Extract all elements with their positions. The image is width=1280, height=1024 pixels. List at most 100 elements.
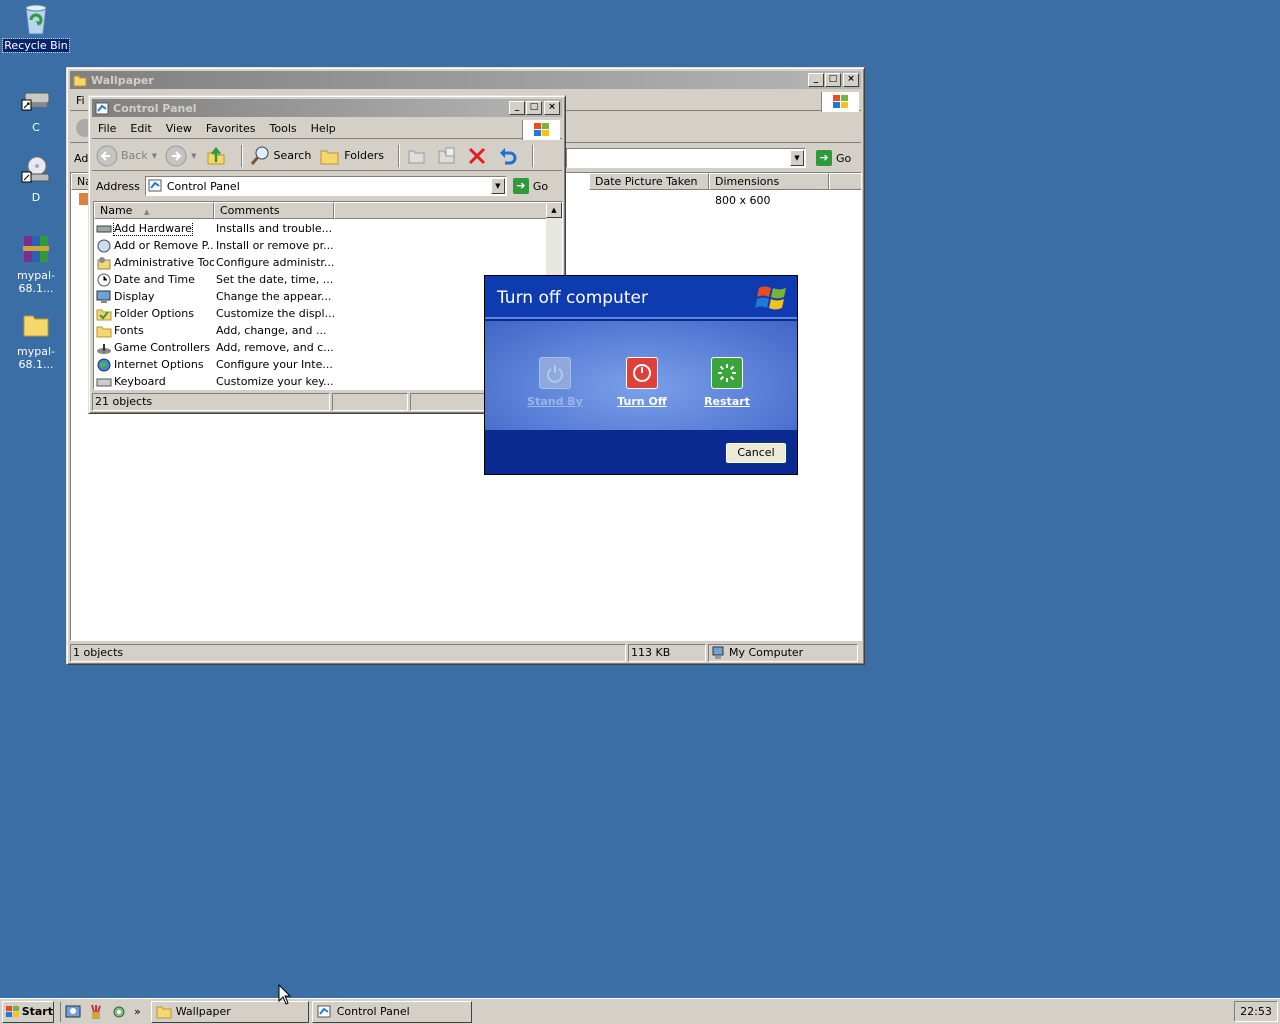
folders-button[interactable]: Folders: [319, 145, 384, 167]
column-header-date-taken[interactable]: Date Picture Taken: [589, 173, 709, 190]
control-panel-addressbar: Address Control Panel ▼ ➔ Go: [92, 174, 562, 198]
move-to-button[interactable]: [406, 145, 428, 167]
forward-button[interactable]: ▼: [165, 145, 197, 167]
list-item[interactable]: Fonts Add, change, and ...: [96, 322, 326, 339]
minimize-button[interactable]: _: [509, 101, 525, 115]
address-dropdown-button[interactable]: ▼: [490, 178, 505, 194]
menu-edit[interactable]: Edit: [130, 122, 151, 135]
forward-dropdown-icon[interactable]: ▼: [191, 152, 196, 160]
menu-file[interactable]: File: [98, 122, 116, 135]
restart-label: Restart: [704, 395, 750, 408]
display-icon: [96, 290, 112, 304]
toolbar-separator: [240, 144, 243, 167]
cancel-button[interactable]: Cancel: [725, 442, 787, 464]
system-clock[interactable]: 22:53: [1234, 1001, 1278, 1022]
list-item[interactable]: Game Controllers Add, remove, and c...: [96, 339, 334, 356]
forward-arrow-icon: [165, 145, 187, 166]
my-computer-icon: [712, 646, 724, 659]
recycle-bin-icon: [19, 2, 53, 36]
quick-launch-chevron[interactable]: »: [134, 1005, 141, 1018]
restart-button[interactable]: Restart: [687, 357, 767, 408]
go-label: Go: [836, 151, 852, 165]
turn-off-button[interactable]: Turn Off: [602, 357, 682, 408]
desktop-icon-mypal-archive[interactable]: mypal-68.1...: [0, 232, 72, 295]
turn-off-dialog[interactable]: Turn off computer Stand By Turn Off Rest…: [484, 275, 798, 475]
go-button[interactable]: ➔ Go: [816, 150, 851, 166]
undo-button[interactable]: [496, 145, 518, 167]
status-objects: 21 objects: [92, 393, 330, 411]
search-button[interactable]: Search: [249, 145, 311, 167]
pencil-cup-icon[interactable]: [88, 1004, 104, 1020]
desktop-icon-recycle-bin[interactable]: Recycle Bin: [0, 2, 72, 53]
keyboard-icon: [96, 375, 112, 389]
address-dropdown-button[interactable]: ▼: [790, 150, 804, 166]
list-item[interactable]: Internet Options Configure your Inte...: [96, 356, 333, 373]
list-item[interactable]: Add Hardware Installs and trouble...: [96, 220, 332, 237]
up-folder-button[interactable]: [205, 145, 227, 167]
menu-view[interactable]: View: [166, 122, 192, 135]
windows-logo-icon: [6, 1005, 19, 1017]
window-title: Wallpaper: [91, 73, 154, 87]
folder-options-icon: [96, 307, 112, 321]
go-label: Go: [532, 179, 549, 193]
show-desktop-icon[interactable]: [65, 1004, 81, 1020]
item-comment: Install or remove pr...: [216, 239, 334, 252]
window-title: Control Panel: [113, 101, 197, 115]
minimize-button[interactable]: _: [808, 73, 824, 87]
close-button[interactable]: ×: [544, 101, 560, 115]
column-header-blank: [829, 173, 861, 190]
item-name: Internet Options: [114, 358, 204, 371]
toolbar-separator: [532, 144, 535, 167]
list-item[interactable]: Administrative Tools Configure administr…: [96, 254, 334, 271]
start-button[interactable]: Start: [2, 1000, 54, 1023]
control-panel-titlebar[interactable]: Control Panel _ □ ×: [92, 99, 562, 117]
column-header-comments[interactable]: Comments: [214, 202, 334, 219]
desktop-icon-label: D: [31, 191, 41, 204]
status-cell: [410, 393, 486, 411]
cd-drive-shortcut-icon: [19, 154, 53, 188]
search-icon: [250, 146, 268, 165]
menu-favorites[interactable]: Favorites: [206, 122, 256, 135]
copy-to-button[interactable]: [436, 145, 458, 167]
column-header-name[interactable]: Na: [71, 173, 92, 190]
column-header-label: Name: [100, 204, 133, 217]
delete-button[interactable]: [466, 145, 488, 167]
control-panel-gear-icon[interactable]: [111, 1004, 127, 1020]
stand-by-button[interactable]: Stand By: [515, 357, 595, 408]
list-item[interactable]: Add or Remove P... Install or remove pr.…: [96, 237, 334, 254]
menu-file-partial[interactable]: Fi: [76, 94, 85, 107]
back-dropdown-icon[interactable]: ▼: [152, 152, 157, 160]
list-item[interactable]: Folder Options Customize the displ...: [96, 305, 335, 322]
scroll-up-button[interactable]: ▲: [546, 202, 562, 218]
up-folder-icon: [207, 146, 224, 164]
status-size: 113 KB: [628, 644, 706, 662]
standby-label: Stand By: [527, 395, 583, 408]
column-header-dimensions[interactable]: Dimensions: [709, 173, 829, 190]
drive-shortcut-icon: [19, 84, 53, 118]
status-zone: My Computer: [708, 644, 858, 662]
menu-help[interactable]: Help: [311, 122, 336, 135]
maximize-button[interactable]: □: [825, 73, 841, 87]
address-field[interactable]: ▼: [566, 148, 806, 168]
menu-tools[interactable]: Tools: [270, 122, 297, 135]
item-comment: Change the appear...: [216, 290, 332, 303]
go-button[interactable]: ➔ Go: [512, 178, 549, 194]
dimensions-value: 800 x 600: [715, 194, 771, 207]
list-item[interactable]: Display Change the appear...: [96, 288, 331, 305]
dialog-title: Turn off computer: [497, 288, 648, 308]
desktop-icon-mypal-folder[interactable]: mypal-68.1...: [0, 308, 72, 371]
maximize-button[interactable]: □: [526, 101, 542, 115]
close-button[interactable]: ×: [843, 73, 859, 87]
item-name: Add Hardware: [113, 221, 193, 236]
desktop-icon-drive-c[interactable]: C: [0, 84, 72, 134]
address-field[interactable]: Control Panel ▼: [144, 176, 507, 196]
back-button[interactable]: Back ▼: [96, 145, 157, 167]
desktop-icon-drive-d[interactable]: D: [0, 154, 72, 204]
taskbar-button-control-panel[interactable]: Control Panel: [311, 1000, 472, 1023]
go-arrow-icon: ➔: [512, 178, 529, 194]
list-item[interactable]: Keyboard Customize your key...: [96, 373, 334, 389]
wallpaper-titlebar[interactable]: Wallpaper _ □ ×: [70, 71, 861, 89]
column-header-name[interactable]: Name ▲: [94, 202, 214, 219]
item-name: Add or Remove P...: [114, 239, 214, 252]
list-item[interactable]: Date and Time Set the date, time, ...: [96, 271, 333, 288]
